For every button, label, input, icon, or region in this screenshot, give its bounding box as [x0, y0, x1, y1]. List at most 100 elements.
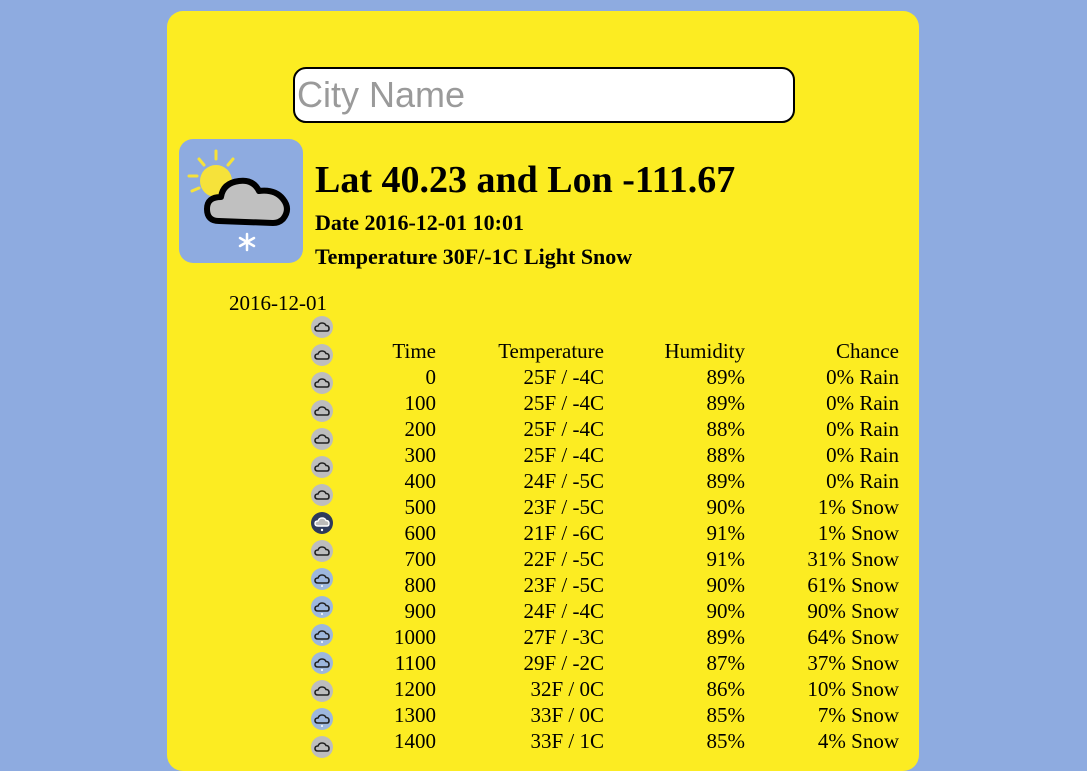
partly-sunny-snow-icon: [179, 139, 303, 263]
cell-time: 700: [404, 547, 437, 571]
cloud-icon: [311, 344, 333, 366]
cell-chance: 1% Snow: [817, 495, 899, 519]
cell-chance: 31% Snow: [807, 547, 899, 571]
weather-card: Lat 40.23 and Lon -111.67 Date 2016-12-0…: [167, 11, 919, 771]
cell-temperature: 25F / -4C: [523, 443, 604, 467]
table-header-row: Time Temperature Humidity Chance: [355, 338, 899, 364]
cell-chance: 0% Rain: [826, 365, 899, 389]
table-row: 600 21F / -6C 91% 1% Snow: [355, 520, 900, 546]
cell-time: 1100: [394, 651, 436, 675]
table-row: 200 25F / -4C 88% 0% Rain: [355, 416, 900, 442]
cell-time: 1300: [394, 703, 436, 727]
cell-chance: 0% Rain: [826, 443, 899, 467]
cell-humidity: 85%: [706, 729, 746, 753]
cell-humidity: 90%: [706, 495, 746, 519]
cell-temperature: 25F / -4C: [523, 417, 604, 441]
table-row: 0 25F / -4C 89% 0% Rain: [355, 364, 900, 390]
cell-humidity: 88%: [706, 417, 746, 441]
cell-temperature: 27F / -3C: [523, 625, 604, 649]
cell-humidity: 89%: [706, 625, 746, 649]
cell-time: 1400: [394, 729, 436, 753]
night-snow-icon: [311, 512, 333, 534]
cell-humidity: 89%: [706, 391, 746, 415]
cloud-icon: [311, 456, 333, 478]
cell-temperature: 23F / -5C: [523, 573, 604, 597]
cell-temperature: 24F / -4C: [523, 599, 604, 623]
cell-temperature: 24F / -5C: [523, 469, 604, 493]
header-chance: Chance: [836, 339, 899, 363]
cell-humidity: 86%: [706, 677, 746, 701]
cloud-icon: [311, 316, 333, 338]
city-name-input[interactable]: [293, 67, 795, 123]
snow-cloud-icon: [311, 596, 333, 618]
current-temperature: Temperature 30F/-1C Light Snow: [315, 244, 633, 269]
cloud-icon: [311, 400, 333, 422]
location-title: Lat 40.23 and Lon -111.67: [315, 159, 736, 201]
cell-chance: 90% Snow: [807, 599, 899, 623]
snow-cloud-icon: [311, 708, 333, 730]
cell-chance: 37% Snow: [807, 651, 899, 675]
cell-humidity: 89%: [706, 469, 746, 493]
table-row: 100 25F / -4C 89% 0% Rain: [355, 390, 900, 416]
cell-time: 300: [404, 443, 437, 467]
cell-temperature: 25F / -4C: [523, 391, 604, 415]
table-row: 900 24F / -4C 90% 90% Snow: [355, 598, 900, 624]
cloud-icon: [311, 372, 333, 394]
header-humidity: Humidity: [664, 339, 745, 363]
cloud-icon: [311, 680, 333, 702]
cell-time: 900: [404, 599, 437, 623]
current-date: Date 2016-12-01 10:01: [315, 210, 524, 235]
cell-time: 400: [404, 469, 437, 493]
table-row: 400 24F / -5C 89% 0% Rain: [355, 468, 900, 494]
cell-time: 1000: [394, 625, 436, 649]
cell-temperature: 33F / 0C: [530, 703, 604, 727]
cell-chance: 61% Snow: [807, 573, 899, 597]
cell-chance: 7% Snow: [817, 703, 899, 727]
header-temperature: Temperature: [498, 339, 604, 363]
table-row: 1100 29F / -2C 87% 37% Snow: [355, 650, 899, 676]
table-row: 800 23F / -5C 90% 61% Snow: [355, 572, 900, 598]
cell-temperature: 33F / 1C: [530, 729, 604, 753]
cell-chance: 0% Rain: [826, 391, 899, 415]
cell-chance: 0% Rain: [826, 417, 899, 441]
cell-time: 1200: [394, 677, 436, 701]
cell-chance: 64% Snow: [807, 625, 899, 649]
cell-temperature: 23F / -5C: [523, 495, 604, 519]
cell-humidity: 90%: [706, 599, 746, 623]
cell-temperature: 25F / -4C: [523, 365, 604, 389]
cell-chance: 1% Snow: [817, 521, 899, 545]
snow-cloud-icon: [311, 568, 333, 590]
cell-humidity: 85%: [706, 703, 746, 727]
table-row: 1200 32F / 0C 86% 10% Snow: [355, 676, 899, 702]
forecast-icon-column: [311, 316, 335, 764]
cell-humidity: 89%: [706, 365, 746, 389]
forecast-table: Time Temperature Humidity Chance 0 25F / …: [355, 338, 899, 754]
table-row: 1000 27F / -3C 89% 64% Snow: [355, 624, 899, 650]
header-time: Time: [392, 339, 436, 363]
cell-chance: 4% Snow: [817, 729, 899, 753]
cell-humidity: 90%: [706, 573, 746, 597]
table-row: 300 25F / -4C 88% 0% Rain: [355, 442, 900, 468]
cell-humidity: 88%: [706, 443, 746, 467]
table-row: 500 23F / -5C 90% 1% Snow: [355, 494, 900, 520]
snow-cloud-icon: [311, 652, 333, 674]
cell-humidity: 87%: [706, 651, 746, 675]
cell-chance: 10% Snow: [807, 677, 899, 701]
table-row: 700 22F / -5C 91% 31% Snow: [355, 546, 900, 572]
cloud-icon: [311, 484, 333, 506]
cell-time: 600: [404, 521, 437, 545]
cloud-icon: [311, 540, 333, 562]
cell-temperature: 21F / -6C: [523, 521, 604, 545]
cell-temperature: 29F / -2C: [523, 651, 604, 675]
table-row: 1300 33F / 0C 85% 7% Snow: [355, 702, 899, 728]
cell-temperature: 32F / 0C: [530, 677, 604, 701]
cell-humidity: 91%: [706, 521, 746, 545]
cloud-icon: [311, 428, 333, 450]
cell-humidity: 91%: [706, 547, 746, 571]
cell-time: 800: [404, 573, 437, 597]
cell-chance: 0% Rain: [826, 469, 899, 493]
cell-time: 500: [404, 495, 437, 519]
cloud-icon: [311, 736, 333, 758]
cell-time: 0: [425, 365, 437, 389]
cell-time: 200: [404, 417, 437, 441]
